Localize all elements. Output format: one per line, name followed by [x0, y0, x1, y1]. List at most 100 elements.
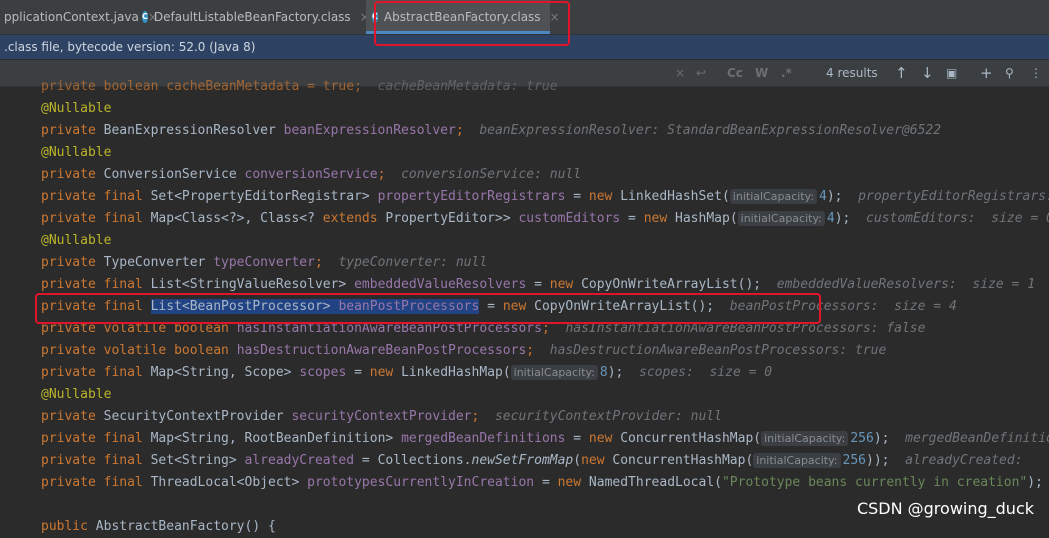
- constructor-call: LinkedHashSet(: [620, 189, 730, 204]
- keyword: private: [41, 343, 96, 358]
- match-case-toggle[interactable]: Cc: [727, 60, 743, 86]
- class-reference: Collections.: [377, 453, 472, 468]
- regex-toggle[interactable]: .*: [781, 60, 792, 86]
- keyword: boolean: [174, 343, 229, 358]
- debug-inline-value: typeConverter: null: [338, 255, 488, 270]
- keyword: new: [643, 211, 668, 226]
- keyword: private: [41, 409, 96, 424]
- tab-default-listable-bean-factory[interactable]: C DefaultListableBeanFactory.class ×: [142, 0, 370, 34]
- string-literal: "Prototype beans currently in creation": [721, 475, 1028, 490]
- debug-inline-value: conversionService: null: [401, 167, 582, 182]
- debug-inline-value: embeddedValueResolvers: size = 1: [776, 277, 1036, 292]
- operator: =: [346, 365, 370, 380]
- field-name: securityContextProvider: [291, 409, 472, 424]
- constructor-declaration: AbstractBeanFactory() {: [95, 519, 276, 534]
- keyword: final: [103, 431, 143, 446]
- debug-inline-value: propertyEditorRegistrars:: [858, 189, 1049, 204]
- search-history-icon[interactable]: ↩: [696, 60, 706, 86]
- watermark: CSDN @growing_duck: [856, 499, 1034, 518]
- keyword: final: [103, 365, 143, 380]
- highlight-box-bean-post-processors: [35, 293, 821, 324]
- field-name: hasDestructionAwareBeanPostProcessors: [236, 343, 527, 358]
- keyword: volatile: [103, 343, 167, 358]
- annotation-nullable: @Nullable: [41, 101, 112, 116]
- number-literal: 256: [842, 453, 866, 468]
- field-name: typeConverter: [213, 255, 315, 270]
- constructor-call: CopyOnWriteArrayList();: [581, 277, 762, 292]
- clear-search-icon[interactable]: ×: [675, 60, 685, 86]
- field-name: alreadyCreated: [244, 453, 355, 468]
- keyword: final: [103, 277, 143, 292]
- type-name: List<StringValueResolver>: [150, 277, 347, 292]
- type-name: Map<String, RootBeanDefinition>: [150, 431, 394, 446]
- constructor-call: HashMap(: [675, 211, 738, 226]
- keyword: new: [557, 475, 582, 490]
- filter-icon[interactable]: ⚲: [1005, 60, 1014, 86]
- field-name: beanExpressionResolver: [283, 123, 456, 138]
- previous-occurrence-icon[interactable]: ↑: [895, 60, 908, 86]
- number-literal: 8: [599, 365, 608, 380]
- code-line-conversion-service: private ConversionService conversionServ…: [41, 164, 581, 186]
- type-name: SecurityContextProvider: [103, 409, 284, 424]
- search-results-count: 4 results: [826, 66, 878, 80]
- debug-inline-value: securityContextProvider: null: [494, 409, 722, 424]
- keyword: final: [103, 189, 143, 204]
- punctuation: );: [826, 189, 843, 204]
- more-options-icon[interactable]: ⋮: [1030, 60, 1042, 86]
- static-method-call: newSetFromMap: [471, 453, 574, 468]
- constructor-call: ConcurrentHashMap(: [620, 431, 762, 446]
- number-literal: 4: [819, 189, 827, 204]
- field-name: conversionService: [244, 167, 378, 182]
- keyword: private: [41, 167, 96, 182]
- code-line-property-editor-registrars: private final Set<PropertyEditorRegistra…: [41, 186, 1049, 208]
- next-occurrence-icon[interactable]: ↓: [921, 60, 934, 86]
- type-name: PropertyEditor>>: [385, 211, 511, 226]
- punctuation: );: [607, 365, 624, 380]
- code-line-bean-expression-resolver: private BeanExpressionResolver beanExpre…: [41, 120, 941, 142]
- constructor-call: LinkedHashMap(: [401, 365, 511, 380]
- operator: =: [620, 211, 644, 226]
- punctuation: );: [1027, 475, 1043, 490]
- punctuation: );: [834, 211, 851, 226]
- select-all-occurrences-icon[interactable]: ▣: [946, 60, 957, 86]
- debug-inline-value: alreadyCreated:: [905, 453, 1023, 468]
- punctuation: );: [873, 431, 890, 446]
- code-line-prototypes-in-creation: private final ThreadLocal<Object> protot…: [41, 472, 1043, 494]
- type-name: Set<PropertyEditorRegistrar>: [150, 189, 370, 204]
- tab-application-context[interactable]: pplicationContext.java ×: [0, 0, 158, 34]
- code-line-scopes: private final Map<String, Scope> scopes …: [41, 362, 772, 384]
- keyword: private: [41, 211, 96, 226]
- semicolon: ;: [471, 409, 480, 424]
- debug-inline-value: customEditors: size = 0: [866, 211, 1049, 226]
- keyword: private: [41, 453, 96, 468]
- type-name: TypeConverter: [103, 255, 206, 270]
- whole-words-toggle[interactable]: W: [755, 60, 768, 86]
- type-name: Map<String, Scope>: [150, 365, 292, 380]
- code-line-annotation: @Nullable: [41, 384, 111, 406]
- number-literal: 256: [850, 431, 874, 446]
- code-line-has-destruction-aware: private volatile boolean hasDestructionA…: [41, 340, 886, 362]
- constructor-call: NamedThreadLocal(: [588, 475, 722, 490]
- type-name: Map<Class<?>, Class<?: [150, 211, 315, 226]
- keyword: new: [549, 277, 574, 292]
- code-line-security-context-provider: private SecurityContextProvider security…: [41, 406, 722, 428]
- debug-inline-value: scopes: size = 0: [639, 365, 773, 380]
- keyword: private: [41, 475, 96, 490]
- punctuation: ));: [866, 453, 890, 468]
- operator: =: [534, 475, 558, 490]
- type-name: BeanExpressionResolver: [103, 123, 276, 138]
- keyword: private: [41, 123, 96, 138]
- keyword: extends: [322, 211, 378, 226]
- field-name: embeddedValueResolvers: [354, 277, 527, 292]
- add-selection-icon[interactable]: +: [980, 60, 993, 86]
- parameter-hint: initialCapacity:: [753, 453, 841, 468]
- field-name: scopes: [299, 365, 347, 380]
- tab-label: DefaultListableBeanFactory.class: [153, 10, 351, 24]
- code-line-constructor: public AbstractBeanFactory() {: [41, 516, 276, 538]
- keyword: private: [41, 365, 96, 380]
- parameter-hint: initialCapacity:: [510, 365, 598, 380]
- code-line-custom-editors: private final Map<Class<?>, Class<? exte…: [41, 208, 1049, 230]
- code-text: private boolean cacheBeanMetadata = true…: [41, 79, 362, 94]
- keyword: private: [41, 189, 96, 204]
- field-name: prototypesCurrentlyInCreation: [307, 475, 535, 490]
